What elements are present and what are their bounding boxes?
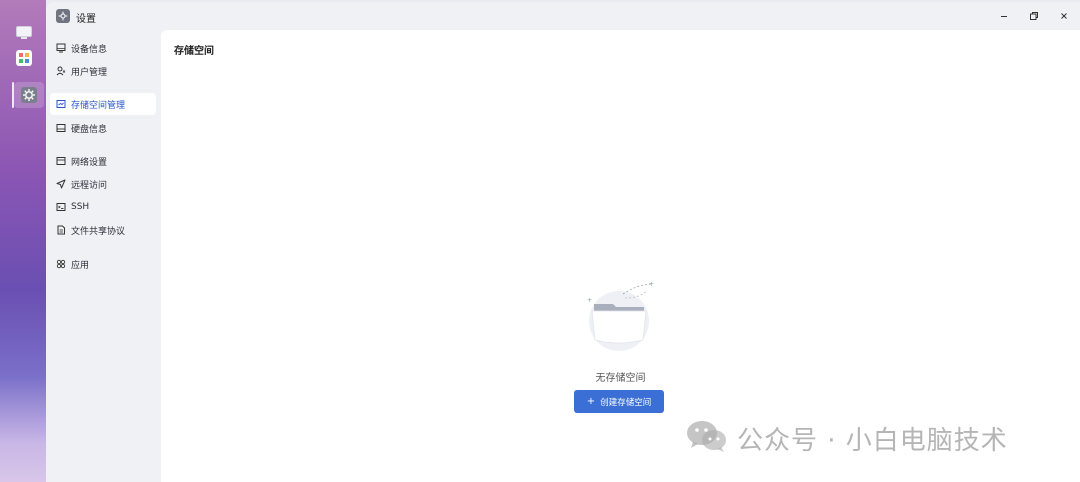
dock-active-indicator bbox=[12, 82, 14, 108]
sidebar-item-disk[interactable]: 硬盘信息 bbox=[50, 117, 156, 139]
storage-icon bbox=[56, 99, 66, 109]
monitor-icon bbox=[56, 43, 66, 53]
sidebar-item-label: 硬盘信息 bbox=[71, 124, 108, 135]
sidebar-item-remote-access[interactable]: 远程访问 bbox=[50, 173, 156, 195]
settings-dock-icon[interactable] bbox=[20, 86, 38, 104]
sidebar-item-network[interactable]: 网络设置 bbox=[50, 150, 156, 172]
users-icon bbox=[56, 66, 66, 76]
send-icon bbox=[56, 179, 66, 189]
wechat-icon bbox=[685, 418, 729, 458]
sidebar-item-label: 存储空间管理 bbox=[71, 100, 126, 111]
svg-text:+: + bbox=[587, 297, 592, 304]
sidebar-item-users[interactable]: 用户管理 bbox=[50, 60, 156, 82]
plus-icon: + bbox=[586, 396, 596, 407]
window-title: 设置 bbox=[76, 14, 96, 25]
app-dock bbox=[0, 0, 46, 482]
sidebar-item-label: SSH bbox=[71, 202, 90, 212]
restore-icon[interactable] bbox=[1027, 9, 1041, 23]
sidebar-item-apps[interactable]: 应用 bbox=[50, 253, 156, 275]
title-bar: 设置 bbox=[46, 2, 1080, 32]
desktop-icon[interactable] bbox=[15, 24, 33, 42]
main-panel: 存储空间 + + 无存储空间 + 创建存储空间 bbox=[161, 30, 1080, 482]
file-icon bbox=[56, 225, 66, 235]
sidebar-item-storage[interactable]: 存储空间管理 bbox=[50, 93, 156, 115]
minimize-icon[interactable] bbox=[997, 9, 1011, 23]
watermark-text: 公众号 · 小白电脑技术 bbox=[737, 425, 1008, 456]
page-title: 存储空间 bbox=[174, 46, 214, 57]
close-icon[interactable] bbox=[1057, 9, 1071, 23]
settings-window: 设置 设备信息 用户管理 存储空间管理 硬盘信息 网络设置 远程访问 SSH 文… bbox=[46, 2, 1080, 482]
create-storage-label: 创建存储空间 bbox=[600, 397, 652, 408]
sidebar-item-label: 设备信息 bbox=[71, 44, 108, 55]
empty-folder-icon: + + bbox=[583, 276, 658, 351]
apps-icon bbox=[56, 259, 66, 269]
sidebar-item-device-info[interactable]: 设备信息 bbox=[50, 37, 156, 59]
network-icon bbox=[56, 156, 66, 166]
empty-state-text: 无存储空间 bbox=[595, 373, 646, 384]
sidebar-item-ssh[interactable]: SSH bbox=[50, 196, 156, 218]
settings-icon bbox=[56, 9, 70, 23]
sidebar-item-label: 远程访问 bbox=[71, 180, 108, 191]
create-storage-button[interactable]: + 创建存储空间 bbox=[574, 390, 664, 413]
app-center-icon[interactable] bbox=[15, 49, 33, 67]
disk-icon bbox=[56, 123, 66, 133]
svg-text:+: + bbox=[649, 281, 654, 288]
watermark: 公众号 · 小白电脑技术 bbox=[685, 420, 1008, 456]
settings-sidebar: 设备信息 用户管理 存储空间管理 硬盘信息 网络设置 远程访问 SSH 文件共享… bbox=[46, 32, 161, 482]
terminal-icon bbox=[56, 202, 66, 212]
sidebar-item-label: 应用 bbox=[71, 260, 90, 271]
sidebar-item-label: 网络设置 bbox=[71, 157, 108, 168]
sidebar-item-label: 文件共享协议 bbox=[71, 226, 126, 237]
sidebar-item-label: 用户管理 bbox=[71, 67, 108, 78]
sidebar-item-file-sharing[interactable]: 文件共享协议 bbox=[50, 219, 156, 241]
